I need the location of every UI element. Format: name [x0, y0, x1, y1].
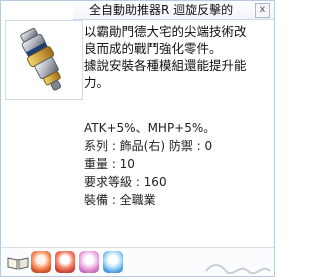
- stat-equip: 裝備 : 全職業: [84, 193, 156, 207]
- watermark-logo: [205, 264, 271, 274]
- pink-gem-icon[interactable]: [79, 251, 99, 273]
- footer-toolbar: [1, 247, 274, 276]
- item-image: [5, 20, 83, 100]
- item-tooltip: 全自動助推器R 迴旋反擊的 x 以霸勛門德大宅的尖端技術改 良而成的戰鬥強化零件…: [0, 0, 275, 277]
- red-gem-icon[interactable]: [55, 251, 75, 273]
- stat-required-level: 要求等級 : 160: [84, 175, 167, 189]
- stat-series-defense: 系列 : 飾品(右) 防禦 : 0: [84, 139, 213, 153]
- close-button[interactable]: x: [255, 3, 270, 18]
- item-title: 全自動助推器R 迴旋反擊的: [89, 3, 234, 17]
- orange-gem-icon[interactable]: [31, 251, 51, 273]
- book-icon[interactable]: [7, 256, 29, 270]
- stat-bonus: ATK+5%、MHP+5%。: [84, 121, 216, 135]
- item-description: 以霸勛門德大宅的尖端技術改 良而成的戰鬥強化零件。 據說安裝各種模組還能提升能 …: [84, 24, 247, 90]
- blue-gem-icon[interactable]: [103, 251, 123, 273]
- item-stats: ATK+5%、MHP+5%。 系列 : 飾品(右) 防禦 : 0 重量 : 10…: [84, 119, 269, 209]
- booster-icon: [20, 27, 61, 91]
- stat-weight: 重量 : 10: [84, 157, 135, 171]
